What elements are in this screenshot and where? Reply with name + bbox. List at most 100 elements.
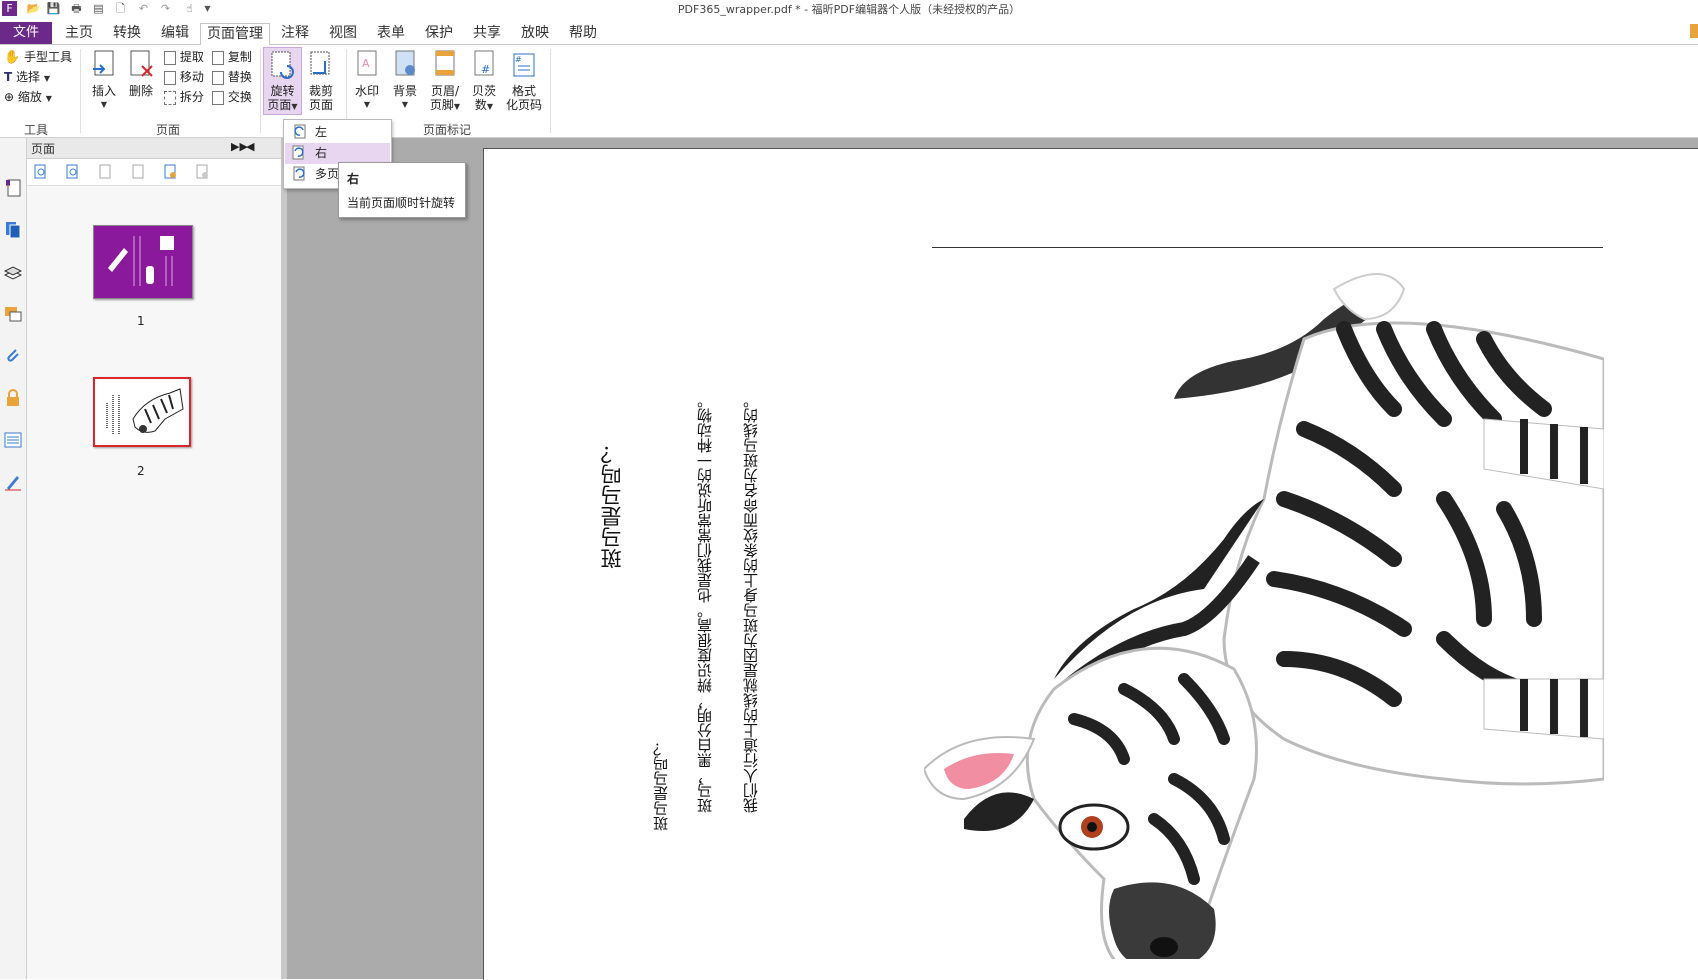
header-rule: [932, 247, 1603, 248]
rotate-pages-button[interactable]: 旋转 页面▼: [263, 47, 302, 115]
chevron-down-icon: ▼: [486, 102, 494, 111]
menu-bar: 文件 主页 转换 编辑 页面管理 注释 视图 表单 保护 共享 放映 帮助: [0, 20, 1698, 46]
split-button[interactable]: 拆分: [164, 90, 204, 105]
tab-view[interactable]: 视图: [326, 23, 360, 44]
insert-page-icon: [93, 50, 114, 76]
page-thumbnail-2[interactable]: [93, 377, 191, 447]
attachment-icon[interactable]: [3, 346, 23, 366]
lock-icon[interactable]: [3, 388, 23, 408]
pages-panel: 页面 ▶▶ ◀ 1 2: [27, 138, 281, 979]
background-icon: [395, 50, 415, 76]
move-button[interactable]: 移动: [164, 70, 204, 85]
document-line-1: 斑马是马吗？: [652, 741, 670, 831]
navigation-sidebar: [0, 138, 27, 979]
insert-button[interactable]: 插入 ▼: [86, 49, 122, 112]
tab-home[interactable]: 主页: [62, 23, 96, 44]
page-thumbnail-1[interactable]: [93, 225, 193, 299]
zebra-illustration: [924, 273, 1604, 959]
crop-pages-button[interactable]: 裁剪 页面: [303, 49, 339, 112]
tab-edit[interactable]: 编辑: [158, 23, 192, 44]
document-line-2: 斑马，黑白分明，辨识度很高。也是我们常常听说的一种动物。: [696, 393, 714, 813]
page-marks-group-label: 页面标记: [423, 123, 472, 137]
watermark-button[interactable]: A 水印 ▼: [351, 49, 383, 112]
form-fields-icon[interactable]: [3, 430, 23, 450]
delete-page-icon: [130, 50, 153, 77]
rotate-left-item[interactable]: 左: [285, 122, 390, 143]
page-1-preview-icon: [108, 236, 174, 286]
rotate-right-item[interactable]: 右: [285, 143, 390, 164]
copy-icon: [212, 50, 224, 65]
bates-number-icon: #: [474, 50, 494, 76]
page-number-format-icon: #: [513, 53, 535, 77]
chevron-down-icon: ▼: [100, 100, 108, 109]
hand-tool-button[interactable]: ✋ 手型工具: [4, 50, 72, 65]
copy-button[interactable]: 复制: [212, 50, 252, 65]
select-tool-button[interactable]: T 选择 ▼: [4, 70, 50, 86]
format-page-number-button[interactable]: # 格式 化页码: [504, 49, 544, 112]
pages-panel-icon[interactable]: [3, 220, 23, 240]
chevron-down-icon: ▼: [291, 102, 298, 111]
chevron-down-icon: ▼: [363, 100, 371, 109]
page-properties-icon[interactable]: [162, 164, 178, 180]
separator: [80, 49, 81, 133]
rotate-multiple-icon: [291, 166, 307, 189]
insert-page-small-icon[interactable]: [97, 164, 113, 180]
zoom-in-thumbnail-icon[interactable]: [33, 164, 49, 180]
bates-number-button[interactable]: # 贝茨 数▼: [467, 49, 501, 114]
tab-comment[interactable]: 注释: [278, 23, 312, 44]
rotate-page-icon: [271, 51, 294, 79]
background-button[interactable]: 背景 ▼: [389, 49, 421, 112]
document-heading: 斑马是马吗？: [600, 443, 624, 569]
delete-button[interactable]: 删除: [124, 49, 158, 98]
delete-page-small-icon[interactable]: [194, 164, 210, 180]
bookmark-panel-icon[interactable]: [3, 178, 23, 198]
window-title: PDF365_wrapper.pdf * - 福昕PDF编辑器个人版（未经授权的…: [677, 3, 1021, 16]
tab-help[interactable]: 帮助: [566, 23, 600, 44]
rotate-right-tooltip: 右 当前页面顺时针旋转: [338, 162, 466, 218]
zoom-icon: ⊕: [4, 90, 15, 104]
hand-icon: ✋: [4, 50, 21, 65]
thumbnail-2-number: 2: [137, 464, 145, 478]
notification-icon[interactable]: [1690, 24, 1698, 38]
chevron-down-icon: ▼: [401, 100, 409, 109]
svg-text:#: #: [515, 55, 522, 64]
svg-text:#: #: [481, 63, 490, 76]
chevron-down-icon: ▼: [453, 102, 461, 111]
chevron-down-icon: ▼: [45, 94, 52, 103]
watermark-icon: A: [357, 50, 377, 76]
document-line-3: 我们人行道上的线就是因为斑马身上的条纹而命名为斑马线的。: [742, 393, 760, 813]
header-footer-button[interactable]: 页眉/ 页脚▼: [426, 49, 464, 114]
tooltip-description: 当前页面顺时针旋转: [347, 196, 456, 210]
replace-icon: [212, 70, 224, 85]
layers-icon[interactable]: [3, 262, 23, 282]
signature-icon[interactable]: [3, 472, 23, 492]
zoom-tool-button[interactable]: ⊕ 缩放 ▼: [4, 90, 52, 106]
tab-share[interactable]: 共享: [470, 23, 504, 44]
page-2-preview-icon: [106, 388, 184, 435]
tab-form[interactable]: 表单: [374, 23, 408, 44]
replace-button[interactable]: 替换: [212, 70, 252, 85]
move-icon: [164, 70, 176, 85]
tab-convert[interactable]: 转换: [110, 23, 144, 44]
pages-panel-toolbar: [27, 159, 281, 186]
pages-panel-header: 页面 ▶▶ ◀: [27, 138, 281, 159]
separator: [550, 49, 551, 133]
tab-slideshow[interactable]: 放映: [518, 23, 552, 44]
extract-button[interactable]: 提取: [164, 50, 204, 65]
tab-protect[interactable]: 保护: [422, 23, 456, 44]
comments-panel-icon[interactable]: [3, 304, 23, 324]
pages-group-label: 页面: [156, 123, 181, 137]
collapse-panel-icon[interactable]: ◀: [246, 140, 254, 153]
thumbnail-1-number: 1: [137, 314, 145, 328]
svg-text:A: A: [362, 57, 370, 70]
pages-panel-title: 页面: [31, 142, 56, 156]
separator: [260, 49, 261, 133]
document-page: 斑马是马吗？ 斑马是马吗？ 斑马，黑白分明，辨识度很高。也是我们常常听说的一种动…: [483, 148, 1698, 980]
extract-page-small-icon[interactable]: [130, 164, 146, 180]
tab-page-management[interactable]: 页面管理: [200, 23, 270, 46]
split-icon: [164, 90, 176, 105]
zoom-out-thumbnail-icon[interactable]: [65, 164, 81, 180]
swap-button[interactable]: 交换: [212, 90, 252, 105]
tab-file[interactable]: 文件: [0, 22, 52, 44]
swap-icon: [212, 90, 224, 105]
